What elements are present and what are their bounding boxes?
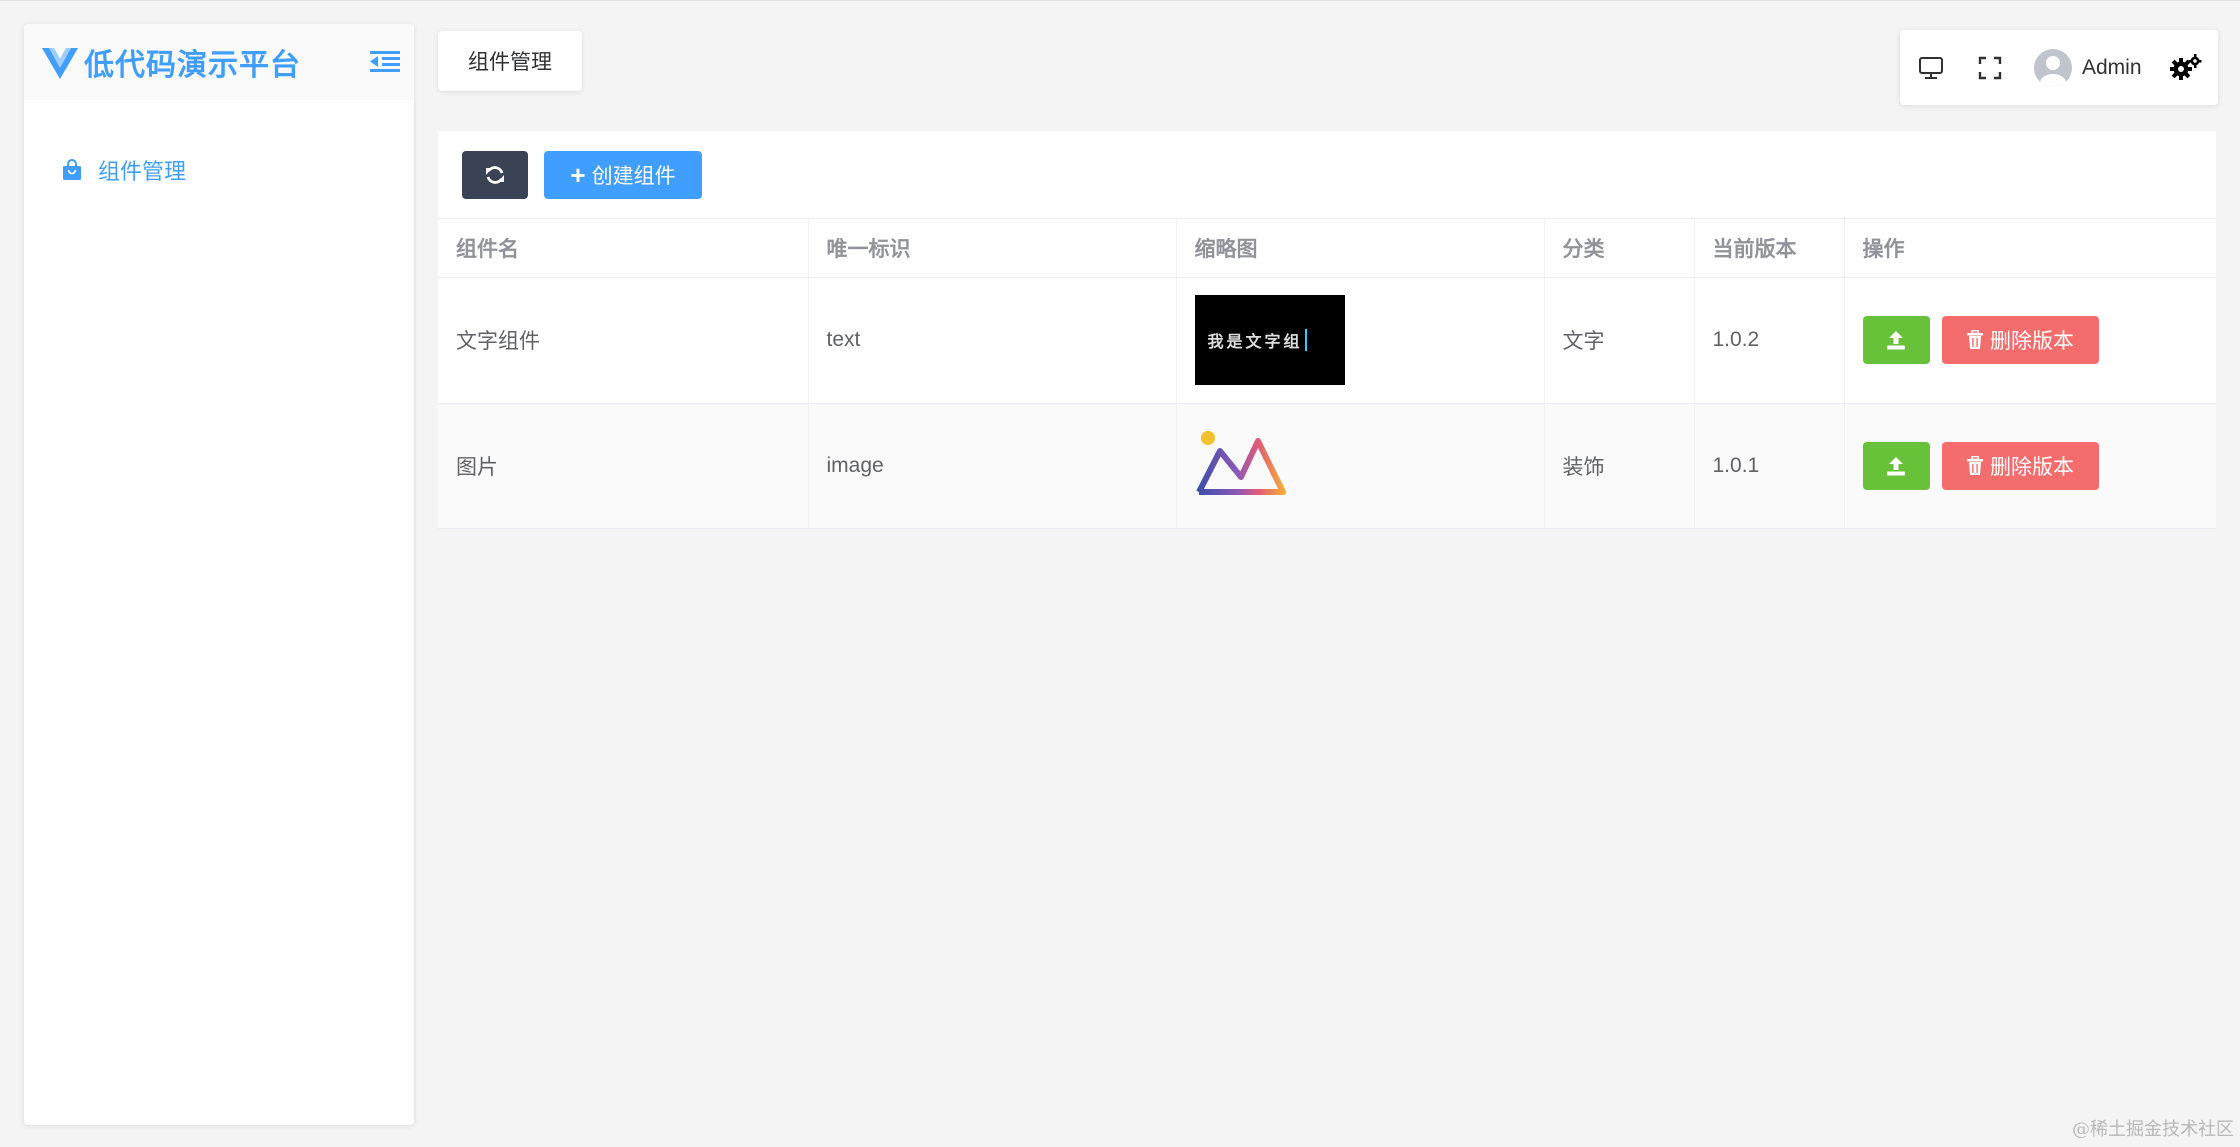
cell-name: 图片 bbox=[438, 403, 809, 529]
brand: 低代码演示平台 bbox=[24, 24, 414, 100]
user-menu[interactable]: Admin bbox=[2034, 30, 2142, 105]
collapse-menu-icon[interactable] bbox=[370, 50, 400, 74]
fullscreen-button[interactable] bbox=[1978, 30, 2002, 105]
cell-name: 文字组件 bbox=[438, 277, 809, 404]
sidebar-item-label: 组件管理 bbox=[98, 159, 187, 184]
sidebar: 低代码演示平台 组件管理 bbox=[24, 24, 414, 1125]
column-header: 组件名 bbox=[438, 219, 809, 278]
table-header-row: 组件名 唯一标识 缩略图 分类 当前版本 操作 bbox=[438, 219, 2216, 278]
card-toolbar: + 创建组件 bbox=[438, 131, 2216, 219]
cell-thumbnail: 我是文字组 bbox=[1176, 277, 1545, 404]
upload-button[interactable] bbox=[1862, 316, 1930, 364]
table-row: 图片 image 装饰 1.0.1 删除版本 bbox=[438, 403, 2216, 529]
upload-icon bbox=[1887, 331, 1905, 350]
cell-thumbnail bbox=[1176, 403, 1545, 529]
delete-version-button[interactable]: 删除版本 bbox=[1941, 316, 2099, 364]
cell-id: text bbox=[808, 277, 1177, 404]
text-caret bbox=[1304, 329, 1307, 351]
cell-actions: 删除版本 bbox=[1844, 277, 2216, 404]
refresh-button[interactable] bbox=[462, 151, 528, 199]
plus-icon: + bbox=[570, 160, 586, 190]
cell-category: 文字 bbox=[1544, 277, 1695, 404]
text-thumbnail: 我是文字组 bbox=[1194, 295, 1345, 385]
column-header: 缩略图 bbox=[1176, 219, 1545, 278]
monitor-button[interactable] bbox=[1918, 30, 1944, 105]
delete-version-button[interactable]: 删除版本 bbox=[1941, 441, 2099, 490]
column-header: 唯一标识 bbox=[808, 219, 1177, 278]
sidebar-item-component-management[interactable]: 组件管理 bbox=[24, 150, 414, 190]
upload-button[interactable] bbox=[1862, 441, 1930, 490]
component-table: 组件名 唯一标识 缩略图 分类 当前版本 操作 文字组件 text 我是文字组 … bbox=[438, 219, 2216, 529]
refresh-icon bbox=[486, 166, 504, 184]
monitor-icon bbox=[1919, 56, 1943, 79]
image-mountain-icon bbox=[1195, 430, 1286, 495]
header-toolbar: Admin bbox=[1900, 30, 2218, 105]
shopping-bag-icon bbox=[63, 159, 81, 180]
tab-component-management[interactable]: 组件管理 bbox=[438, 31, 582, 91]
user-name: Admin bbox=[2082, 55, 2142, 79]
column-header: 分类 bbox=[1544, 219, 1695, 278]
cell-category: 装饰 bbox=[1544, 403, 1695, 529]
thumbnail-text: 我是文字组 bbox=[1207, 334, 1303, 351]
delete-label: 删除版本 bbox=[1990, 330, 2074, 353]
cell-version: 1.0.2 bbox=[1694, 277, 1845, 404]
fullscreen-icon bbox=[1978, 56, 2002, 79]
cell-actions: 删除版本 bbox=[1844, 403, 2216, 529]
delete-label: 删除版本 bbox=[1990, 455, 2074, 479]
cell-id: image bbox=[808, 403, 1177, 529]
table-row: 文字组件 text 我是文字组 文字 1.0.2 删除版本 bbox=[438, 277, 2216, 404]
settings-button[interactable] bbox=[2170, 30, 2202, 105]
tab-label: 组件管理 bbox=[468, 51, 552, 74]
trash-icon bbox=[1967, 330, 1983, 349]
avatar bbox=[2034, 48, 2072, 87]
component-table-card: + 创建组件 组件名 唯一标识 缩略图 分类 当前版本 操作 文字组件 text bbox=[438, 131, 2216, 529]
create-component-button[interactable]: + 创建组件 bbox=[544, 151, 702, 199]
column-header: 当前版本 bbox=[1694, 219, 1845, 278]
settings-gears-icon bbox=[2170, 53, 2202, 80]
vue-logo-icon bbox=[42, 48, 78, 79]
app-title: 低代码演示平台 bbox=[84, 49, 301, 82]
create-label: 创建组件 bbox=[591, 165, 676, 188]
cell-version: 1.0.1 bbox=[1694, 403, 1845, 529]
trash-icon bbox=[1967, 455, 1983, 475]
column-header: 操作 bbox=[1844, 219, 2216, 278]
top-divider bbox=[0, 0, 2240, 1]
upload-icon bbox=[1887, 456, 1905, 475]
watermark: @稀土掘金技术社区 bbox=[2072, 1119, 2234, 1140]
